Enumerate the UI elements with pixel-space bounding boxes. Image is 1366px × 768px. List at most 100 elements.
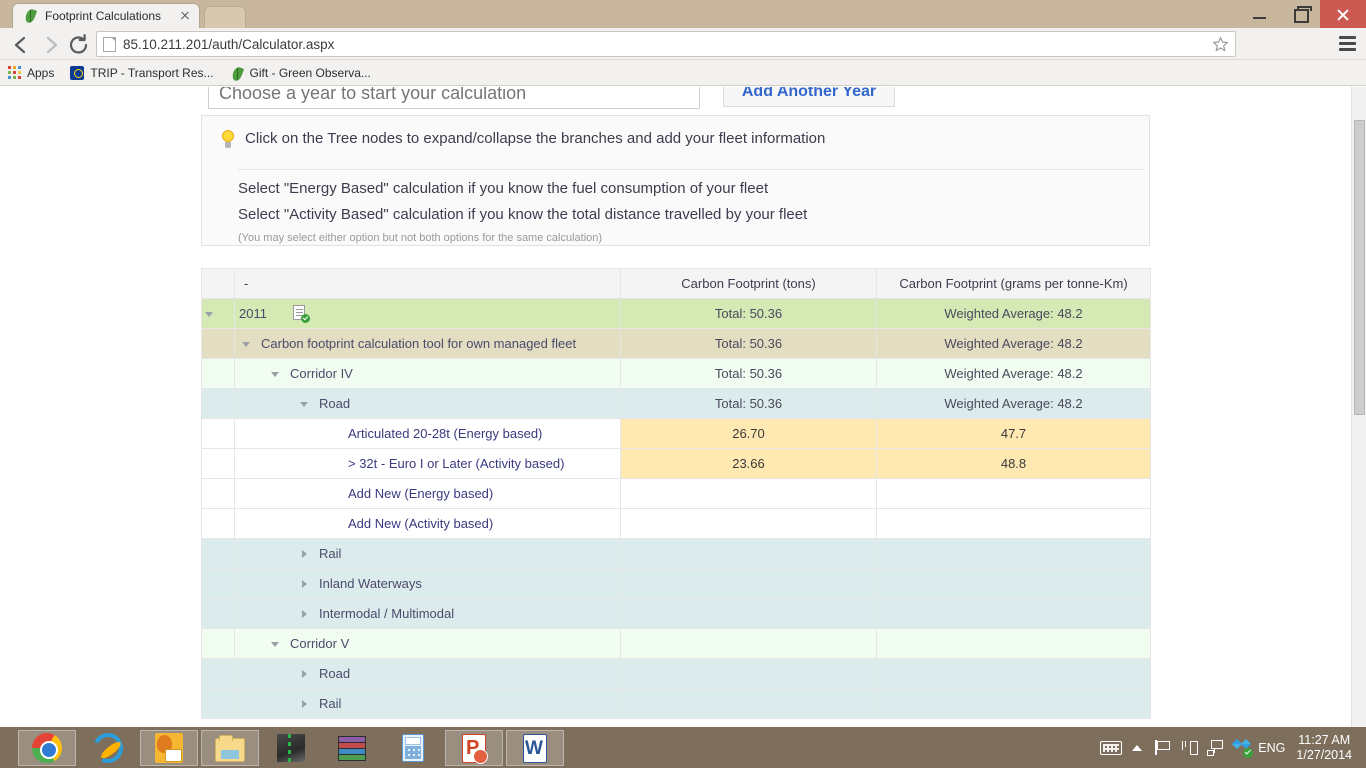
tab-close-icon[interactable] [177,8,193,24]
clock-date: 1/27/2014 [1296,747,1352,762]
expand-toggle-icon[interactable] [239,336,255,352]
network-icon[interactable] [1202,727,1228,768]
row-gutter [201,298,235,329]
cell-carbon-gpk [876,628,1151,659]
dropbox-icon[interactable] [1228,727,1254,768]
table-row[interactable]: Road [201,658,1151,689]
taskbar-app-winrar[interactable] [323,730,381,766]
row-gutter [201,418,235,449]
row-label-link[interactable]: Add New (Activity based) [348,516,493,531]
expand-toggle-icon[interactable] [297,396,313,412]
expand-toggle-icon[interactable] [202,306,218,322]
table-row[interactable]: Rail [201,538,1151,569]
expand-toggle-icon[interactable] [297,666,313,682]
close-button[interactable] [1320,0,1366,28]
taskbar-app-outlook[interactable] [140,730,198,766]
expand-toggle-icon[interactable] [297,576,313,592]
bookmark-trip[interactable]: TRIP - Transport Res... [70,65,214,80]
apps-grid-icon [8,66,21,79]
cell-carbon-gpk [876,658,1151,689]
taskbar-app-word[interactable] [506,730,564,766]
row-label-link[interactable]: Add New (Energy based) [348,486,493,501]
chevron-up-icon[interactable] [1124,727,1150,768]
tab-title: Footprint Calculations [45,9,162,23]
table-row[interactable]: > 32t - Euro I or Later (Activity based)… [201,448,1151,479]
row-gutter [201,478,235,509]
row-label: Corridor IV [290,366,353,381]
row-gutter [201,508,235,539]
forward-icon[interactable] [38,32,64,58]
taskbar-app-copert[interactable] [262,730,320,766]
document-check-icon[interactable] [292,305,310,323]
table-row[interactable]: Add New (Energy based) [201,478,1151,509]
expand-toggle-icon[interactable] [268,366,284,382]
table-row[interactable]: Corridor IV Total: 50.36 Weighted Average:… [201,358,1151,389]
row-label-cell: 2011 [234,298,621,329]
cell-carbon-tons [620,688,877,719]
bookmark-gift[interactable]: Gift - Green Observa... [230,65,371,82]
chrome-menu-icon[interactable] [1339,36,1356,51]
cell-carbon-tons [620,598,877,629]
row-label-link[interactable]: > 32t - Euro I or Later (Activity based) [348,456,564,471]
instructions-headline: Click on the Tree nodes to expand/collap… [245,130,826,147]
taskbar-app-calculator[interactable] [384,730,442,766]
table-row[interactable]: Articulated 20-28t (Energy based) 26.70 47… [201,418,1151,449]
clock-time: 11:27 AM [1298,732,1351,747]
leaf-icon [23,7,39,25]
back-icon[interactable] [8,32,34,58]
row-label-cell: Corridor IV [234,358,621,389]
table-row[interactable]: Road Total: 50.36 Weighted Average: 48.2 [201,388,1151,419]
minimize-button[interactable] [1240,0,1280,28]
browser-tab[interactable]: Footprint Calculations [12,3,200,28]
flag-icon[interactable] [1150,727,1176,768]
taskbar-app-file-explorer[interactable] [201,730,259,766]
row-label-cell: Intermodal / Multimodal [234,598,621,629]
table-row[interactable]: 2011 Total: 50.36 Weighted Average: 48.2 [201,298,1151,329]
year-input[interactable] [208,87,700,109]
scrollbar-thumb[interactable] [1354,120,1365,415]
instructions-line-activity: Select "Activity Based" calculation if y… [238,206,808,223]
bookmark-label: Gift - Green Observa... [249,65,371,80]
table-row[interactable]: Inland Waterways [201,568,1151,599]
new-tab-button[interactable] [204,6,246,28]
table-row[interactable]: Carbon footprint calculation tool for ow… [201,328,1151,359]
eu-flag-icon [70,65,85,80]
expand-toggle-icon[interactable] [297,606,313,622]
page-icon [103,36,116,52]
table-row[interactable]: Rail [201,688,1151,719]
bookmark-apps[interactable]: Apps [8,66,54,80]
row-label: Road [319,666,351,681]
table-row[interactable]: Intermodal / Multimodal [201,598,1151,629]
expand-toggle-icon[interactable] [297,546,313,562]
taskbar-app-chrome[interactable] [18,730,76,766]
restore-button[interactable] [1280,0,1320,28]
address-bar[interactable]: 85.10.211.201/auth/Calculator.aspx [96,31,1236,57]
usb-device-icon[interactable] [1176,727,1202,768]
language-indicator[interactable]: ENG [1254,741,1294,755]
expand-toggle-icon[interactable] [297,696,313,712]
bookmark-star-icon[interactable] [1212,36,1229,53]
taskbar-app-powerpoint[interactable] [445,730,503,766]
reload-icon[interactable] [66,32,92,58]
table-header-row: - Carbon Footprint (tons) Carbon Footpri… [201,268,1151,299]
header-tons: Carbon Footprint (tons) [620,268,877,299]
word-icon [519,733,551,763]
expand-toggle-icon[interactable] [268,636,284,652]
table-row[interactable]: Corridor V [201,628,1151,659]
divider [238,169,1143,170]
clock[interactable]: 11:27 AM 1/27/2014 [1294,733,1358,763]
table-row[interactable]: Add New (Activity based) [201,508,1151,539]
cell-carbon-tons [620,478,877,509]
chrome-icon [31,733,63,763]
row-label-link[interactable]: Articulated 20-28t (Energy based) [348,426,542,441]
row-label-cell: Add New (Energy based) [234,478,621,509]
add-another-year-button[interactable]: Add Another Year [723,87,895,107]
page-scrollbar[interactable] [1351,87,1366,727]
url-text: 85.10.211.201/auth/Calculator.aspx [123,36,335,52]
keyboard-icon[interactable] [1098,727,1124,768]
browser-toolbar: 85.10.211.201/auth/Calculator.aspx [0,28,1366,60]
file-explorer-icon [214,733,246,763]
cell-carbon-gpk: Weighted Average: 48.2 [876,298,1151,329]
row-label-cell: Corridor V [234,628,621,659]
taskbar-app-internet-explorer[interactable] [79,728,137,768]
